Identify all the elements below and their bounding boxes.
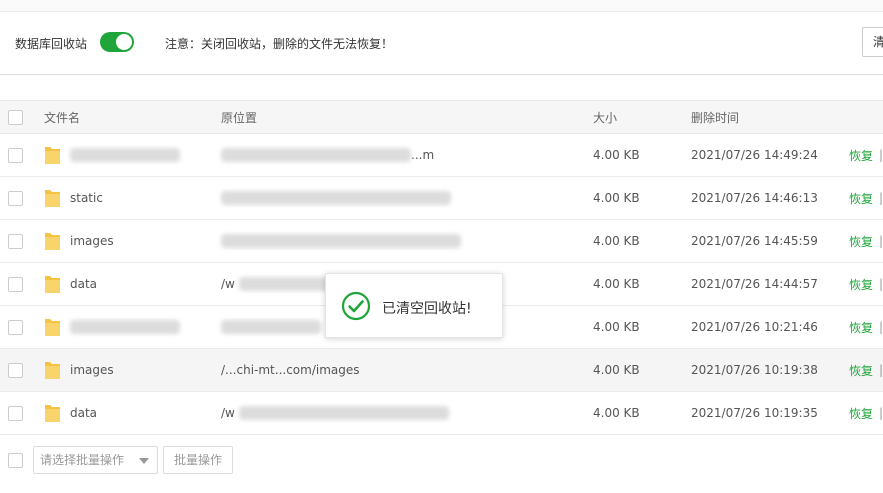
- batch-select-placeholder: 请选择批量操作: [40, 453, 125, 467]
- recycle-bin-label: 数据库回收站: [15, 37, 88, 51]
- folder-icon: [45, 319, 60, 336]
- original-path: /...chi-mt...com/images: [221, 363, 360, 377]
- column-header-deleted-time[interactable]: 删除时间: [691, 101, 739, 133]
- deleted-time: 2021/07/26 14:49:24: [691, 148, 818, 162]
- check-circle-icon: [341, 291, 371, 321]
- redacted-path: [238, 277, 329, 291]
- file-size: 4.00 KB: [593, 320, 640, 334]
- original-path: ...m: [411, 148, 435, 162]
- toggle-knob: [116, 34, 132, 50]
- success-toast: 已清空回收站!: [325, 273, 503, 338]
- table-footer: 请选择批量操作 批量操作: [0, 446, 883, 476]
- file-size: 4.00 KB: [593, 191, 640, 205]
- restore-link[interactable]: 恢复: [849, 405, 873, 422]
- deleted-time: 2021/07/26 14:44:57: [691, 277, 818, 291]
- file-size: 4.00 KB: [593, 406, 640, 420]
- redacted-path: [221, 234, 461, 248]
- restore-link[interactable]: 恢复: [849, 362, 873, 379]
- deleted-time: 2021/07/26 14:45:59: [691, 234, 818, 248]
- deleted-time: 2021/07/26 10:21:46: [691, 320, 818, 334]
- toolbar: 数据库回收站 注意：关闭回收站，删除的文件无法恢复！ 清: [0, 12, 883, 75]
- footer-select-all-checkbox[interactable]: [8, 453, 23, 468]
- redacted-filename: [70, 148, 180, 162]
- folder-icon: [45, 147, 60, 164]
- folder-icon: [45, 362, 60, 379]
- chevron-down-icon: [139, 458, 149, 464]
- file-size: 4.00 KB: [593, 234, 640, 248]
- table-row[interactable]: static 4.00 KB 2021/07/26 14:46:13 恢复 |: [0, 177, 883, 220]
- batch-operation-select[interactable]: 请选择批量操作: [33, 446, 158, 474]
- row-checkbox[interactable]: [8, 276, 23, 292]
- action-separator: |: [879, 234, 883, 248]
- column-header-size[interactable]: 大小: [593, 101, 617, 133]
- top-strip: [0, 0, 883, 12]
- deleted-time: 2021/07/26 10:19:35: [691, 406, 818, 420]
- column-header-filename[interactable]: 文件名: [44, 101, 80, 133]
- recycle-bin-table: 文件名 原位置 大小 删除时间 ...m 4.00 KB 2021/07/26 14…: [0, 100, 883, 435]
- action-separator: |: [879, 363, 883, 377]
- table-row[interactable]: data/w 4.00 KB 2021/07/26 10:19:35 恢复 |: [0, 392, 883, 435]
- folder-icon: [45, 276, 60, 293]
- table-row[interactable]: images /...chi-mt...com/images 4.00 KB 2021…: [0, 349, 883, 392]
- table-row[interactable]: images 4.00 KB 2021/07/26 14:45:59 恢复 |: [0, 220, 883, 263]
- folder-icon: [45, 405, 60, 422]
- row-checkbox[interactable]: [8, 405, 23, 421]
- toast-message: 已清空回收站!: [382, 301, 472, 317]
- file-size: 4.00 KB: [593, 277, 640, 291]
- redacted-path: [238, 406, 449, 420]
- column-header-path[interactable]: 原位置: [221, 101, 257, 133]
- redacted-path: [221, 191, 451, 205]
- row-checkbox[interactable]: [8, 190, 23, 206]
- action-separator: |: [879, 191, 883, 205]
- filename: data: [70, 277, 98, 291]
- restore-link[interactable]: 恢复: [849, 147, 873, 164]
- original-path: /w: [221, 277, 235, 291]
- row-checkbox[interactable]: [8, 319, 23, 335]
- restore-link[interactable]: 恢复: [849, 276, 873, 293]
- table-header: 文件名 原位置 大小 删除时间: [0, 100, 883, 134]
- filename: static: [70, 191, 103, 205]
- clear-recycle-bin-button[interactable]: 清: [862, 27, 883, 57]
- deleted-time: 2021/07/26 10:19:38: [691, 363, 818, 377]
- restore-link[interactable]: 恢复: [849, 233, 873, 250]
- action-separator: |: [879, 406, 883, 420]
- batch-operation-button[interactable]: 批量操作: [163, 446, 233, 474]
- redacted-path: [221, 148, 411, 162]
- action-separator: |: [879, 148, 883, 162]
- action-separator: |: [879, 320, 883, 334]
- action-separator: |: [879, 277, 883, 291]
- table-row[interactable]: ...m 4.00 KB 2021/07/26 14:49:24 恢复 |: [0, 134, 883, 177]
- file-size: 4.00 KB: [593, 363, 640, 377]
- filename: images: [70, 363, 114, 377]
- filename: data: [70, 406, 98, 420]
- redacted-path: [221, 320, 321, 334]
- file-size: 4.00 KB: [593, 148, 640, 162]
- row-checkbox[interactable]: [8, 362, 23, 378]
- filename: images: [70, 234, 114, 248]
- folder-icon: [45, 190, 60, 207]
- recycle-bin-toggle[interactable]: [100, 32, 134, 52]
- recycle-bin-notice: 注意：关闭回收站，删除的文件无法恢复！: [165, 37, 394, 51]
- row-checkbox[interactable]: [8, 233, 23, 249]
- original-path: /w: [221, 406, 235, 420]
- row-checkbox[interactable]: [8, 147, 23, 163]
- select-all-checkbox[interactable]: [8, 109, 23, 125]
- restore-link[interactable]: 恢复: [849, 319, 873, 336]
- redacted-filename: [70, 320, 180, 334]
- deleted-time: 2021/07/26 14:46:13: [691, 191, 818, 205]
- restore-link[interactable]: 恢复: [849, 190, 873, 207]
- folder-icon: [45, 233, 60, 250]
